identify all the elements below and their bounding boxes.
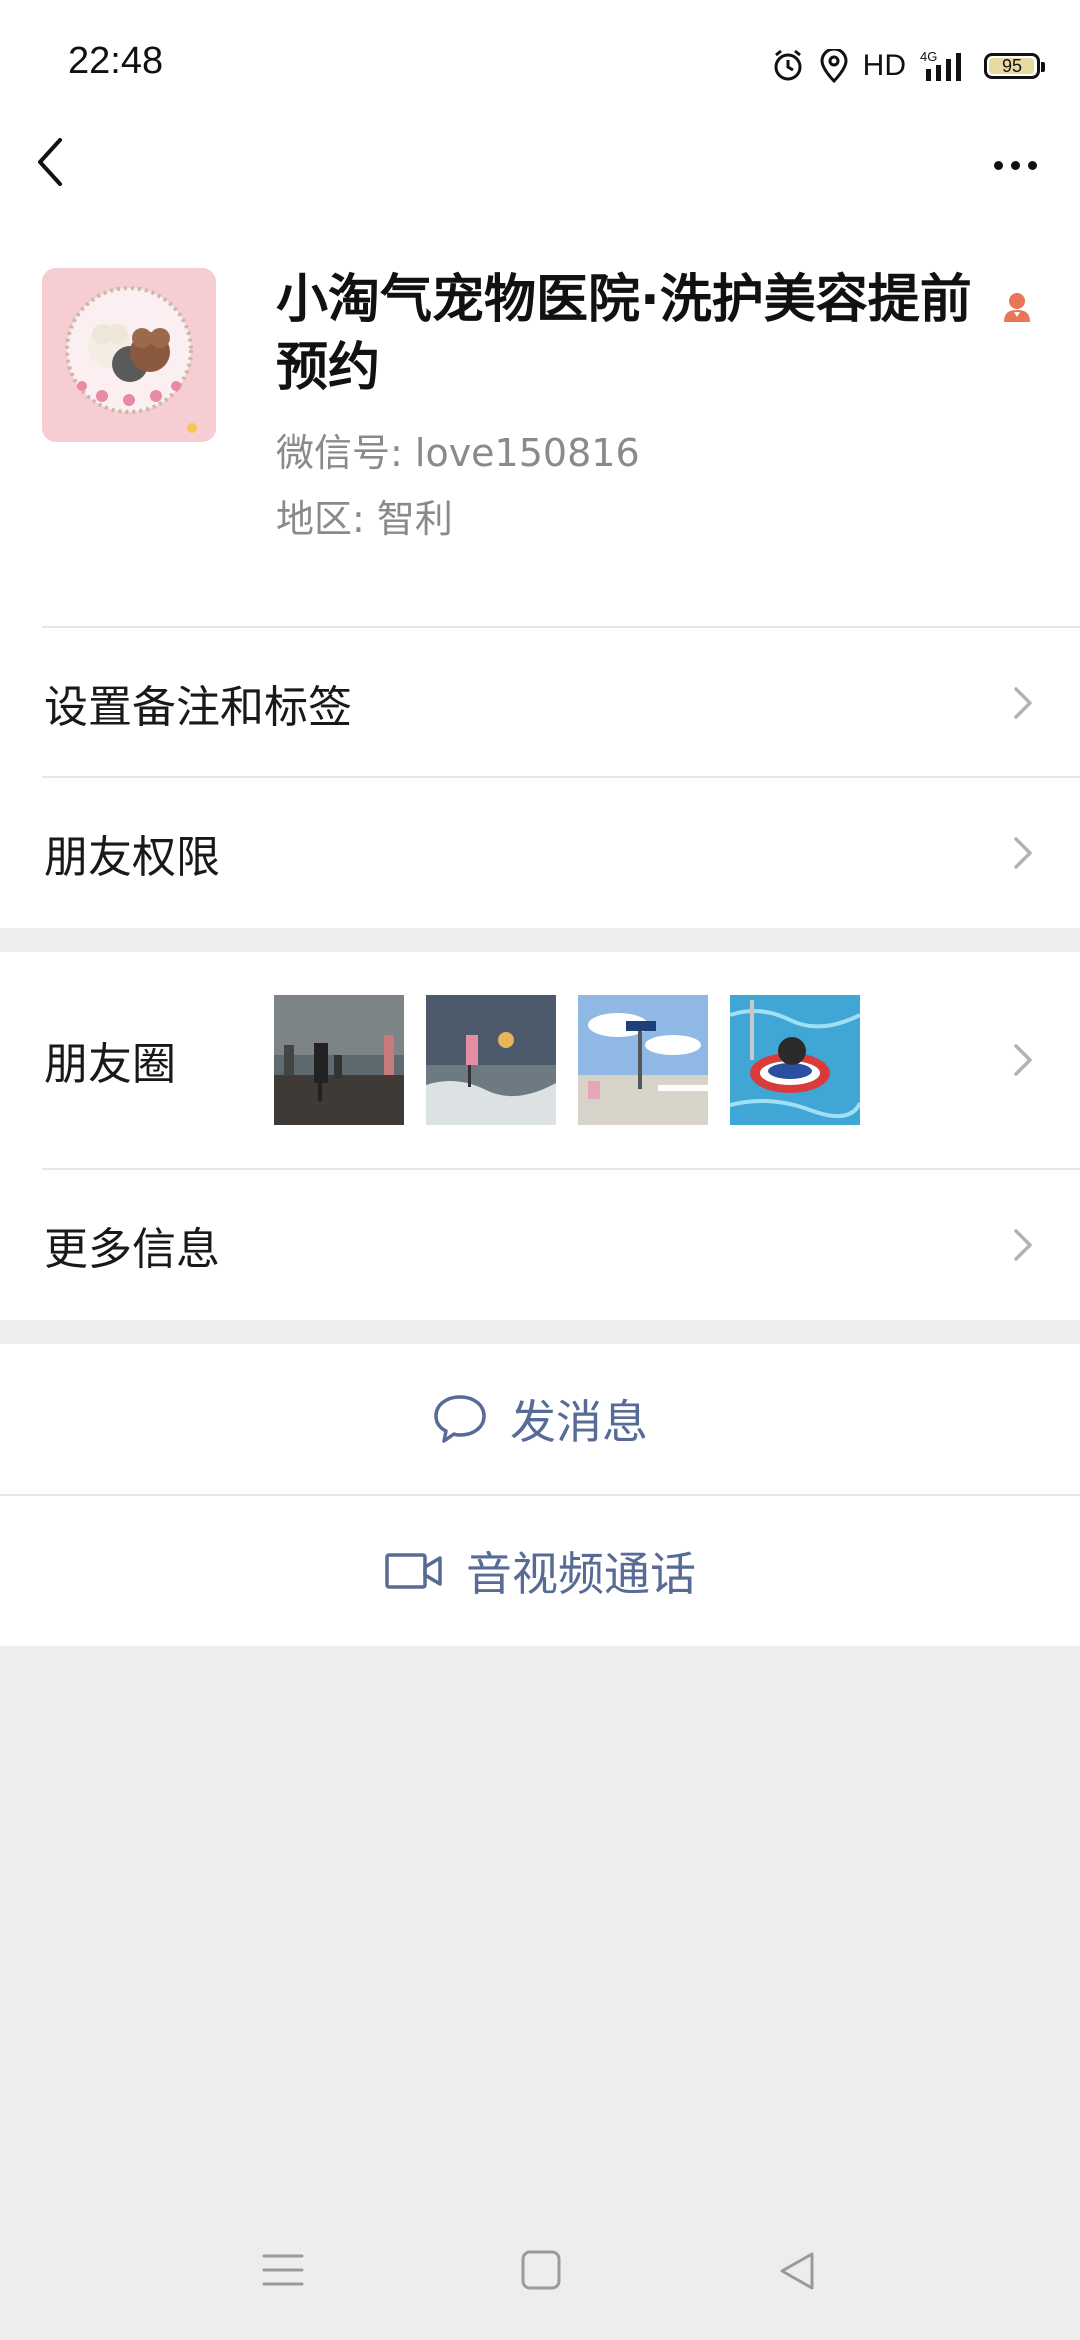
home-square-icon bbox=[521, 2250, 561, 2290]
video-call-label: 音视频通话 bbox=[466, 1547, 696, 1601]
profile-header: 小淘气宠物医院·洗护美容提前预约 微信号: love150816 地区: 智利 bbox=[0, 250, 1080, 626]
chevron-right-icon bbox=[1014, 837, 1032, 869]
female-gender-icon bbox=[1004, 293, 1030, 322]
back-triangle-icon bbox=[780, 2252, 814, 2290]
back-nav-button[interactable] bbox=[776, 2250, 818, 2296]
back-button[interactable] bbox=[30, 132, 110, 192]
battery-icon: 95 bbox=[984, 53, 1045, 79]
menu-lines-icon bbox=[262, 2254, 304, 2286]
status-bar: 22:48 HD 4G 95 bbox=[0, 0, 1080, 132]
alarm-icon bbox=[774, 49, 802, 81]
send-message-button[interactable]: 发消息 bbox=[0, 1344, 1080, 1494]
video-camera-icon bbox=[385, 1553, 442, 1589]
contact-name: 小淘气宠物医院·洗护美容提前预约 bbox=[276, 270, 972, 398]
chevron-right-icon bbox=[1014, 1044, 1032, 1076]
moments-thumb bbox=[274, 995, 404, 1125]
home-nav-button[interactable] bbox=[520, 2250, 562, 2294]
location-icon bbox=[820, 49, 848, 83]
signal-icon: 4G bbox=[920, 49, 961, 81]
row-moments-label: 朋友圈 bbox=[44, 1039, 176, 1090]
more-dot bbox=[1010, 160, 1020, 170]
moments-thumb bbox=[730, 995, 860, 1125]
more-dot bbox=[1027, 160, 1037, 170]
moments-thumbnails bbox=[274, 995, 860, 1125]
status-icons: HD 4G 95 bbox=[771, 44, 1045, 88]
wechat-id: 微信号: love150816 bbox=[276, 431, 640, 475]
status-time: 22:48 bbox=[68, 40, 164, 82]
avatar[interactable] bbox=[42, 268, 216, 442]
moments-thumb bbox=[426, 995, 556, 1125]
hd-label: HD bbox=[862, 49, 906, 82]
chat-bubble-icon bbox=[434, 1395, 486, 1443]
moments-thumb bbox=[578, 995, 708, 1125]
chevron-left-icon bbox=[38, 138, 62, 186]
settings-block: 设置备注和标签 朋友权限 bbox=[0, 626, 1080, 928]
row-more-info-label: 更多信息 bbox=[44, 1224, 220, 1275]
row-moments[interactable]: 朋友圈 bbox=[0, 952, 1080, 1168]
more-dots-icon bbox=[993, 160, 1003, 170]
row-permissions[interactable]: 朋友权限 bbox=[0, 778, 1080, 928]
region: 地区: 智利 bbox=[276, 497, 453, 541]
menu-nav-button[interactable] bbox=[262, 2250, 304, 2294]
battery-level: 95 bbox=[1001, 55, 1023, 76]
row-more-info[interactable]: 更多信息 bbox=[0, 1170, 1080, 1320]
more-button[interactable] bbox=[980, 140, 1050, 190]
moments-block: 朋友圈 更多信息 bbox=[0, 952, 1080, 1320]
row-permissions-label: 朋友权限 bbox=[44, 832, 220, 883]
avatar-image bbox=[42, 268, 216, 442]
row-remark[interactable]: 设置备注和标签 bbox=[0, 628, 1080, 778]
send-message-label: 发消息 bbox=[510, 1395, 648, 1449]
chevron-right-icon bbox=[1014, 1229, 1032, 1261]
row-remark-label: 设置备注和标签 bbox=[44, 682, 352, 733]
chevron-right-icon bbox=[1014, 687, 1032, 719]
svg-text:4G: 4G bbox=[920, 49, 937, 64]
video-call-button[interactable]: 音视频通话 bbox=[0, 1496, 1080, 1646]
